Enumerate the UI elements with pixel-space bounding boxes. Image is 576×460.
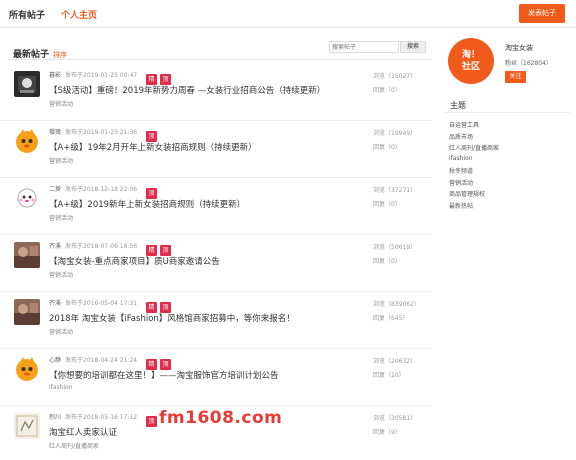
- post-row[interactable]: 心静 发布于2018-04-24 21:24 精顶【你想要的培训都在这里！】——淘宝…: [0, 349, 432, 406]
- post-meta: 暮影 发布于2019-01-25 00:47: [49, 70, 137, 79]
- post-category[interactable]: 红人周刊/直播商家: [49, 441, 99, 450]
- view-count: 浏览（839062）: [373, 301, 420, 308]
- view-count: 浏览（37271）: [373, 187, 417, 194]
- post-author[interactable]: 齐溪: [49, 243, 61, 250]
- search-button[interactable]: 搜索: [400, 41, 426, 53]
- reply-count: 回复（0）: [373, 144, 401, 151]
- post-author[interactable]: 二葵: [49, 186, 61, 193]
- view-count: 浏览（19949）: [373, 130, 417, 137]
- topic-link[interactable]: 红人周刊/直播商家: [449, 143, 499, 152]
- avatar[interactable]: [14, 413, 40, 439]
- topic-link[interactable]: 自运营工具: [449, 120, 479, 129]
- post-title[interactable]: 【你想要的培训都在这里！】——淘宝服饰官方培训计划公告: [49, 369, 279, 381]
- reply-count: 回复（0）: [373, 258, 401, 265]
- divider: [8, 59, 431, 60]
- post-tags: 顶: [146, 123, 160, 142]
- topic-link[interactable]: 商品管理规权: [449, 189, 485, 198]
- reply-count: 回复（645）: [373, 315, 409, 322]
- reply-count: 回复（9）: [373, 429, 401, 436]
- post-author[interactable]: 心静: [49, 357, 61, 364]
- topic-link[interactable]: ifashion: [449, 155, 473, 162]
- post-row[interactable]: 二葵 发布于2018-12-18 22:06 顶【A+级】2019新年上新女装招商规…: [0, 178, 432, 235]
- post-time: 发布于2019-01-25 00:47: [65, 72, 138, 79]
- reply-count: 回复（0）: [373, 201, 401, 208]
- post-meta: 心静 发布于2018-04-24 21:24: [49, 355, 137, 364]
- post-title[interactable]: 淘宝红人卖家认证: [49, 426, 117, 438]
- topic-link[interactable]: 最新热帖: [449, 201, 473, 210]
- view-count: 浏览（30581）: [373, 415, 417, 422]
- avatar[interactable]: [14, 242, 40, 268]
- post-tags: 精顶: [146, 237, 174, 256]
- post-tags: 精顶: [146, 66, 174, 85]
- view-count: 浏览（50619）: [373, 244, 417, 251]
- post-author[interactable]: 烈川: [49, 414, 61, 421]
- new-post-button[interactable]: 发表帖子: [519, 4, 565, 23]
- avatar[interactable]: [14, 128, 40, 154]
- reply-count: 回复（10）: [373, 372, 405, 379]
- fans-count: 粉丝（162804）: [505, 60, 552, 67]
- post-author[interactable]: 暮影: [49, 72, 61, 79]
- post-title[interactable]: 【A+级】2019新年上新女装招商规则（持续更新）: [49, 198, 245, 210]
- follow-button[interactable]: 关注: [505, 71, 526, 83]
- post-meta: 二葵 发布于2018-12-18 22:06: [49, 184, 137, 193]
- post-category[interactable]: 营销活动: [49, 99, 73, 108]
- post-row[interactable]: 齐溪 发布于2016-05-04 17:31 精顶 2018年 淘宝女装【iFashi…: [0, 292, 432, 349]
- post-author[interactable]: 齐溪: [49, 300, 61, 307]
- logo-text-bottom: 社区: [461, 62, 480, 72]
- tab-personal-home[interactable]: 个人主页: [61, 8, 97, 21]
- watermark-text: fm1608.com: [159, 408, 283, 428]
- view-count: 浏览（15027）: [373, 73, 417, 80]
- post-row[interactable]: 暮影 发布于2019-01-25 00:47 精顶【S级活动】重磅！2019年新势力…: [0, 64, 432, 121]
- post-time: 发布于2018-05-16 17:12: [65, 414, 138, 421]
- avatar[interactable]: [14, 185, 40, 211]
- post-title[interactable]: 2018年 淘宝女装【iFashion】风格馆商家招募中，等你来报名！: [49, 312, 295, 324]
- sort-link[interactable]: 排序: [53, 51, 67, 59]
- post-category[interactable]: ifashion: [49, 384, 73, 391]
- post-meta: 櫻瑰 发布于2019-01-23 21:36: [49, 127, 137, 136]
- post-time: 发布于2016-05-04 17:31: [65, 300, 138, 307]
- post-time: 发布于2018-04-24 21:24: [65, 357, 138, 364]
- top-nav: 所有帖子 个人主页 发表帖子: [0, 0, 576, 28]
- post-category[interactable]: 营销活动: [49, 156, 73, 165]
- post-tags: 顶: [146, 180, 160, 199]
- post-author[interactable]: 櫻瑰: [49, 129, 61, 136]
- post-meta: 齐溪 发布于2016-05-04 17:31: [49, 298, 137, 307]
- divider: [444, 112, 570, 113]
- post-row[interactable]: 齐溪 发布于2018-07-06 18:56 精顶【淘宝女装-重点商家项目】质U商家…: [0, 235, 432, 292]
- tab-all-posts[interactable]: 所有帖子: [9, 8, 45, 21]
- topic-link[interactable]: 秋冬频道: [449, 166, 473, 175]
- post-category[interactable]: 营销活动: [49, 270, 73, 279]
- post-title[interactable]: 【S级活动】重磅！2019年新势力周春 —女装行业招商公告（持续更新）: [49, 84, 325, 96]
- topic-link[interactable]: 营销活动: [449, 178, 473, 187]
- post-tags: 精顶: [146, 294, 174, 313]
- view-count: 浏览（20632）: [373, 358, 417, 365]
- avatar[interactable]: [14, 71, 40, 97]
- avatar[interactable]: [14, 356, 40, 382]
- post-meta: 烈川 发布于2018-05-16 17:12: [49, 412, 137, 421]
- topics-title: 主题: [450, 101, 466, 110]
- post-time: 发布于2018-12-18 22:06: [65, 186, 138, 193]
- pinned-badge: 顶: [146, 416, 157, 427]
- post-tags: 顶: [146, 408, 160, 427]
- community-logo[interactable]: 淘！ 社区: [448, 38, 494, 84]
- post-time: 发布于2018-07-06 18:56: [65, 243, 138, 250]
- reply-count: 回复（0）: [373, 87, 401, 94]
- post-time: 发布于2019-01-23 21:36: [65, 129, 138, 136]
- search-input[interactable]: [329, 41, 399, 53]
- post-row[interactable]: 櫻瑰 发布于2019-01-23 21:36 顶【A+级】19年2月开年上新女装招商…: [0, 121, 432, 178]
- topic-link[interactable]: 品质市场: [449, 132, 473, 141]
- logo-text-top: 淘！: [461, 50, 480, 60]
- post-tags: 精顶: [146, 351, 174, 370]
- avatar[interactable]: [14, 299, 40, 325]
- post-title[interactable]: 【A+级】19年2月开年上新女装招商规则（持续更新）: [49, 141, 257, 153]
- post-category[interactable]: 营销活动: [49, 327, 73, 336]
- post-meta: 齐溪 发布于2018-07-06 18:56: [49, 241, 137, 250]
- profile-name[interactable]: 淘宝女装: [505, 43, 533, 53]
- post-category[interactable]: 营销活动: [49, 213, 73, 222]
- post-title[interactable]: 【淘宝女装-重点商家项目】质U商家邀请公告: [49, 255, 220, 267]
